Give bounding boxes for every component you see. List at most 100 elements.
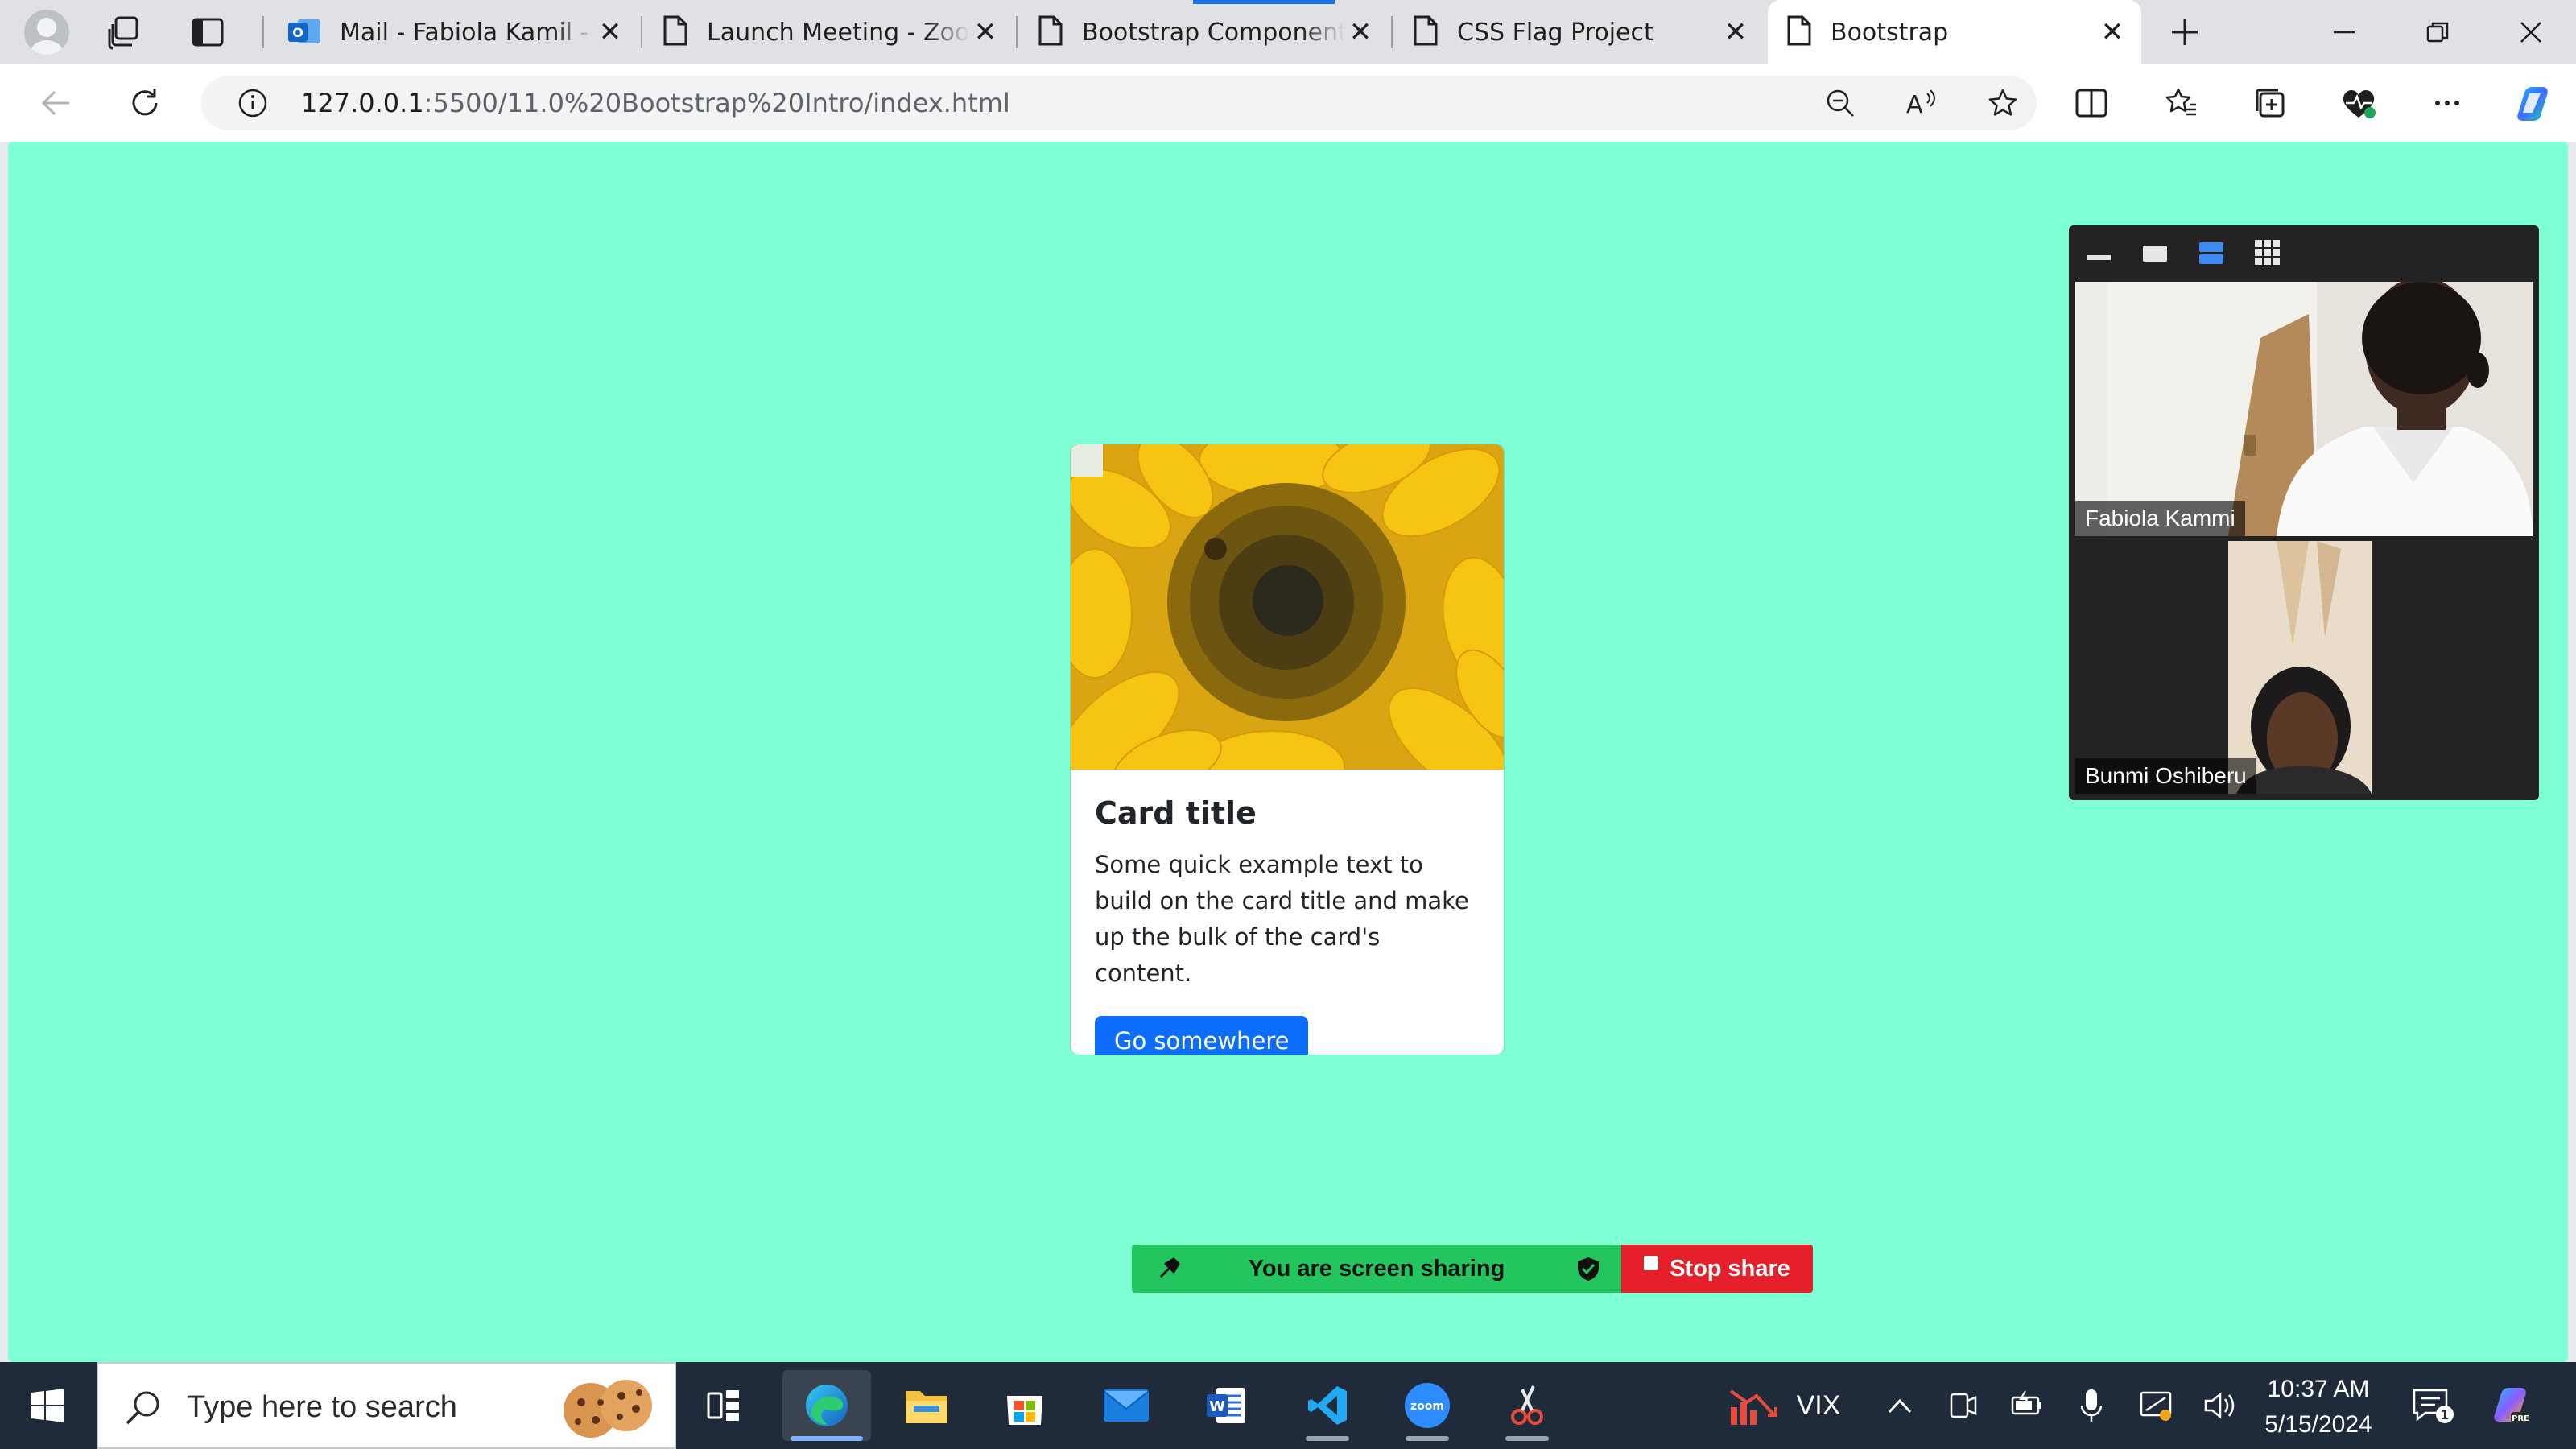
pin-arrow-icon[interactable] (1156, 1256, 1182, 1282)
tab-loading-indicator (1193, 0, 1335, 4)
browser-toolbar: 127.0.0.1:5500/11.0%20Bootstrap%20Intro/… (0, 64, 2576, 142)
stock-chart-icon (1728, 1381, 1784, 1430)
running-indicator (1505, 1436, 1549, 1441)
screen-share-bar: You are screen sharing Stop share (1132, 1245, 1813, 1293)
new-tab-plus-icon[interactable] (2161, 8, 2209, 56)
microsoft-store-icon[interactable] (980, 1370, 1069, 1441)
volume-icon[interactable] (2201, 1362, 2240, 1449)
windows-start-icon[interactable] (3, 1370, 92, 1441)
split-screen-icon[interactable] (2067, 79, 2116, 127)
share-status-text: You are screen sharing (1248, 1255, 1505, 1282)
svg-text:zoom: zoom (1410, 1400, 1444, 1413)
zoom-video-gallery[interactable]: Fabiola Kammi Bunmi Oshiberu (2069, 225, 2539, 800)
vscode-icon[interactable] (1283, 1370, 1372, 1441)
copilot-taskbar-icon[interactable]: PRE (2483, 1362, 2536, 1449)
share-status[interactable]: You are screen sharing (1132, 1245, 1621, 1293)
market-label: VIX (1796, 1389, 1841, 1421)
search-icon (122, 1388, 163, 1428)
go-somewhere-button[interactable]: Go somewhere (1095, 1016, 1309, 1055)
network-icon[interactable] (2136, 1362, 2175, 1449)
site-info-icon[interactable] (229, 79, 277, 127)
cookies-icon (549, 1373, 662, 1441)
tab-mail[interactable]: O Mail - Fabiola Kamil - Outlook ✕ (269, 0, 639, 64)
task-view-icon[interactable] (679, 1370, 768, 1441)
close-icon[interactable]: ✕ (1719, 16, 1752, 48)
edge-taskbar-icon[interactable] (782, 1370, 871, 1441)
close-window-icon[interactable] (2484, 0, 2576, 64)
stop-share-button[interactable]: Stop share (1621, 1245, 1813, 1293)
snipping-tool-icon[interactable] (1483, 1370, 1571, 1441)
tab-title: Bootstrap (1831, 18, 1949, 47)
close-icon[interactable]: ✕ (1344, 16, 1377, 48)
restore-icon[interactable] (2391, 0, 2484, 64)
clock-date: 5/15/2024 (2264, 1411, 2372, 1438)
svg-text:A: A (1906, 91, 1923, 119)
url-text[interactable]: 127.0.0.1:5500/11.0%20Bootstrap%20Intro/… (301, 76, 1010, 130)
close-icon[interactable]: ✕ (594, 16, 626, 48)
more-menu-icon[interactable] (2423, 79, 2471, 127)
tab-title: Mail - Fabiola Kamil - Outlook (340, 18, 594, 47)
file-explorer-icon[interactable] (882, 1370, 971, 1441)
zoom-out-icon[interactable] (1816, 79, 1864, 127)
page-icon (1037, 14, 1064, 50)
stop-square-icon (1644, 1256, 1659, 1270)
gallery-strip-icon[interactable] (2194, 237, 2228, 269)
microphone-icon[interactable] (2072, 1362, 2111, 1449)
notifications-icon[interactable]: 1 (2407, 1362, 2458, 1449)
participant-name: Bunmi Oshiberu (2075, 758, 2256, 794)
taskbar-search-box[interactable]: Type here to search (97, 1362, 676, 1449)
mail-app-icon[interactable] (1082, 1370, 1170, 1441)
notification-count: 1 (2440, 1407, 2449, 1422)
zoom-app-icon[interactable]: zoom (1383, 1370, 1472, 1441)
minimize-video-icon[interactable] (2082, 237, 2116, 269)
copilot-icon[interactable] (2508, 79, 2557, 127)
close-icon[interactable]: ✕ (969, 16, 1001, 48)
url-path: :5500/11.0%20Bootstrap%20Intro/index.htm… (423, 88, 1010, 118)
url-host: 127.0.0.1 (301, 88, 424, 118)
grid-view-icon[interactable] (2251, 237, 2285, 269)
workspaces-icon[interactable] (100, 8, 148, 56)
svg-text:W: W (1209, 1398, 1225, 1415)
speaker-view-icon[interactable] (2138, 237, 2172, 269)
market-widget[interactable]: VIX (1711, 1362, 1856, 1449)
participant-video-image (2075, 282, 2533, 536)
tab-launch-meeting[interactable]: Launch Meeting - Zoom ✕ (644, 0, 1014, 64)
participant-video-tile[interactable]: Fabiola Kammi (2075, 282, 2533, 536)
battery-power-icon[interactable] (2008, 1362, 2046, 1449)
zoom-view-controls (2069, 225, 2539, 279)
word-icon[interactable]: W (1182, 1370, 1270, 1441)
read-aloud-icon[interactable]: A (1898, 79, 1946, 127)
running-indicator (1306, 1436, 1349, 1441)
page-icon (1412, 14, 1439, 50)
tab-title: Launch Meeting - Zoom (707, 18, 969, 47)
page-viewport: Card title Some quick example text to bu… (8, 142, 2568, 1362)
profile-avatar-icon[interactable] (24, 10, 69, 55)
refresh-icon[interactable] (121, 79, 169, 127)
minimize-icon[interactable] (2297, 0, 2391, 64)
vertical-tabs-icon[interactable] (184, 8, 232, 56)
tab-strip: O Mail - Fabiola Kamil - Outlook ✕ Launc… (0, 0, 2576, 64)
active-indicator (791, 1436, 863, 1441)
page-icon (662, 14, 689, 50)
card-title: Card title (1095, 795, 1257, 831)
meet-now-icon[interactable] (1943, 1362, 1982, 1449)
show-hidden-icons-chevron-icon[interactable] (1880, 1362, 1919, 1449)
stop-share-label: Stop share (1670, 1255, 1790, 1282)
collections-icon[interactable] (2246, 79, 2294, 127)
back-arrow-icon[interactable] (32, 79, 80, 127)
participant-video-tile[interactable]: Bunmi Oshiberu (2075, 541, 2533, 794)
search-placeholder: Type here to search (187, 1390, 457, 1424)
address-bar[interactable]: 127.0.0.1:5500/11.0%20Bootstrap%20Intro/… (201, 76, 2037, 130)
participant-name: Fabiola Kammi (2075, 501, 2245, 536)
taskbar-clock[interactable]: 10:37 AM 5/15/2024 (2238, 1372, 2399, 1443)
tab-bootstrap-components[interactable]: Bootstrap Components ✕ (1019, 0, 1389, 64)
tab-bootstrap[interactable]: Bootstrap ✕ (1768, 0, 2141, 64)
sunflower-image (1071, 444, 1504, 770)
tab-css-flag-project[interactable]: CSS Flag Project ✕ (1394, 0, 1765, 64)
browser-essentials-icon[interactable] (2334, 79, 2383, 127)
favorites-icon[interactable] (2157, 79, 2206, 127)
svg-text:PRE: PRE (2512, 1414, 2529, 1423)
running-indicator (1406, 1436, 1449, 1441)
favorite-star-icon[interactable] (1979, 79, 2027, 127)
close-icon[interactable]: ✕ (2096, 16, 2128, 48)
